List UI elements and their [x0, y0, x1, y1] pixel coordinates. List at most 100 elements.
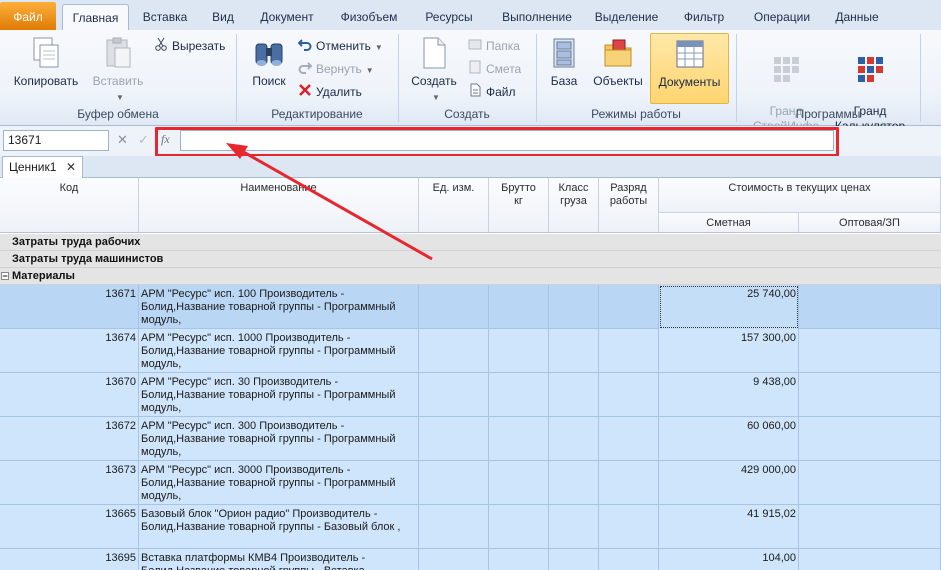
- close-tab-icon[interactable]: ✕: [66, 160, 76, 174]
- tab-file[interactable]: Файл: [0, 2, 56, 30]
- redo-dropdown-icon[interactable]: ▼: [366, 62, 374, 80]
- cell-estimated-cost[interactable]: 25 740,00: [659, 285, 799, 329]
- documents-button[interactable]: Документы: [650, 33, 729, 104]
- cell-estimated-cost[interactable]: 104,00: [659, 549, 799, 570]
- table-row[interactable]: 13665 Базовый блок "Орион радио" Производ…: [0, 505, 941, 549]
- cell-wholesale[interactable]: [799, 285, 941, 329]
- cell-unit[interactable]: [419, 329, 489, 373]
- cut-button[interactable]: Вырезать: [154, 37, 225, 55]
- tab-data[interactable]: Данные: [826, 4, 888, 30]
- cell-name[interactable]: Вставка платформы КМВ4 Производитель - Б…: [139, 549, 419, 570]
- estimate-button[interactable]: Смета: [468, 60, 521, 78]
- objects-button[interactable]: Объекты: [590, 36, 646, 89]
- tab-execution[interactable]: Выполнение: [493, 4, 581, 30]
- cell-cargo-class[interactable]: [549, 417, 599, 461]
- tab-operations[interactable]: Операции: [744, 4, 820, 30]
- cell-estimated-cost[interactable]: 60 060,00: [659, 417, 799, 461]
- column-header-cargo-class[interactable]: Класс груза: [549, 178, 599, 233]
- copy-button[interactable]: Копировать: [8, 36, 84, 89]
- cell-code[interactable]: 13672: [0, 417, 139, 461]
- cancel-edit-icon[interactable]: ✕: [117, 132, 128, 148]
- column-header-code[interactable]: Код: [0, 178, 139, 233]
- column-header-wholesale[interactable]: Оптовая/ЗП: [799, 213, 941, 233]
- cell-unit[interactable]: [419, 505, 489, 549]
- cell-code[interactable]: 13695: [0, 549, 139, 570]
- tab-insert[interactable]: Вставка: [134, 4, 196, 30]
- cell-gross[interactable]: [489, 329, 549, 373]
- cell-wholesale[interactable]: [799, 549, 941, 570]
- table-row[interactable]: 13672 АРМ "Ресурс" исп. 300 Производитель…: [0, 417, 941, 461]
- cell-estimated-cost[interactable]: 9 438,00: [659, 373, 799, 417]
- table-row[interactable]: 13674 АРМ "Ресурс" исп. 1000 Производител…: [0, 329, 941, 373]
- cell-wholesale[interactable]: [799, 417, 941, 461]
- cell-wholesale[interactable]: [799, 461, 941, 505]
- cell-name[interactable]: АРМ "Ресурс" исп. 1000 Производитель - Б…: [139, 329, 419, 373]
- cell-cargo-class[interactable]: [549, 329, 599, 373]
- cell-gross[interactable]: [489, 505, 549, 549]
- cell-gross[interactable]: [489, 373, 549, 417]
- base-button[interactable]: База: [544, 36, 584, 89]
- cell-unit[interactable]: [419, 417, 489, 461]
- redo-button[interactable]: Вернуть ▼: [298, 60, 374, 78]
- cell-work-grade[interactable]: [599, 329, 659, 373]
- table-row[interactable]: 13695 Вставка платформы КМВ4 Производител…: [0, 549, 941, 570]
- cell-work-grade[interactable]: [599, 285, 659, 329]
- tab-physvolume[interactable]: Физобъем: [334, 4, 404, 30]
- create-button[interactable]: Создать ▼: [408, 36, 460, 105]
- cell-work-grade[interactable]: [599, 505, 659, 549]
- delete-button[interactable]: Удалить: [298, 83, 362, 101]
- cell-wholesale[interactable]: [799, 329, 941, 373]
- paste-button[interactable]: Вставить ▼: [88, 36, 148, 105]
- cell-cargo-class[interactable]: [549, 373, 599, 417]
- column-header-gross[interactable]: Брутто кг: [489, 178, 549, 233]
- collapse-icon[interactable]: −: [1, 272, 9, 281]
- cell-cargo-class[interactable]: [549, 461, 599, 505]
- cell-name[interactable]: АРМ "Ресурс" исп. 30 Производитель - Бол…: [139, 373, 419, 417]
- cell-unit[interactable]: [419, 373, 489, 417]
- undo-button[interactable]: Отменить ▼: [297, 37, 383, 57]
- cell-unit[interactable]: [419, 549, 489, 570]
- undo-dropdown-icon[interactable]: ▼: [375, 39, 383, 57]
- cell-gross[interactable]: [489, 285, 549, 329]
- cell-gross[interactable]: [489, 549, 549, 570]
- folder-button[interactable]: Папка: [468, 37, 520, 55]
- cell-unit[interactable]: [419, 285, 489, 329]
- paste-dropdown-icon[interactable]: ▼: [116, 90, 124, 105]
- tab-filter[interactable]: Фильтр: [674, 4, 734, 30]
- section-labor-workers[interactable]: Затраты труда рабочих: [0, 234, 941, 251]
- cell-code[interactable]: 13670: [0, 373, 139, 417]
- column-header-name[interactable]: Наименование: [139, 178, 419, 233]
- cell-reference-field[interactable]: 13671: [3, 130, 109, 151]
- cell-wholesale[interactable]: [799, 505, 941, 549]
- cell-cargo-class[interactable]: [549, 285, 599, 329]
- cell-work-grade[interactable]: [599, 373, 659, 417]
- file-button[interactable]: Файл: [468, 83, 516, 101]
- tab-resources[interactable]: Ресурсы: [416, 4, 482, 30]
- cell-gross[interactable]: [489, 417, 549, 461]
- cell-estimated-cost[interactable]: 41 915,02: [659, 505, 799, 549]
- section-materials[interactable]: − Материалы: [0, 268, 941, 285]
- table-row[interactable]: 13673 АРМ "Ресурс" исп. 3000 Производител…: [0, 461, 941, 505]
- cell-code[interactable]: 13673: [0, 461, 139, 505]
- tab-document[interactable]: Документ: [252, 4, 322, 30]
- tab-view[interactable]: Вид: [203, 4, 243, 30]
- section-labor-machinists[interactable]: Затраты труда машинистов: [0, 251, 941, 268]
- cell-code[interactable]: 13665: [0, 505, 139, 549]
- cell-cargo-class[interactable]: [549, 549, 599, 570]
- table-row[interactable]: 13670 АРМ "Ресурс" исп. 30 Производитель …: [0, 373, 941, 417]
- cell-wholesale[interactable]: [799, 373, 941, 417]
- cell-work-grade[interactable]: [599, 417, 659, 461]
- table-row[interactable]: 13671 АРМ "Ресурс" исп. 100 Производитель…: [0, 285, 941, 329]
- cell-name[interactable]: АРМ "Ресурс" исп. 300 Производитель - Бо…: [139, 417, 419, 461]
- cell-code[interactable]: 13671: [0, 285, 139, 329]
- cell-name[interactable]: АРМ "Ресурс" исп. 100 Производитель - Бо…: [139, 285, 419, 329]
- column-header-work-grade[interactable]: Разряд работы: [599, 178, 659, 233]
- search-button[interactable]: Поиск: [246, 36, 292, 89]
- tab-home[interactable]: Главная: [62, 4, 129, 30]
- cell-gross[interactable]: [489, 461, 549, 505]
- cell-name[interactable]: Базовый блок "Орион радио" Производитель…: [139, 505, 419, 549]
- tab-selection[interactable]: Выделение: [590, 4, 663, 30]
- cell-unit[interactable]: [419, 461, 489, 505]
- cell-estimated-cost[interactable]: 157 300,00: [659, 329, 799, 373]
- cell-work-grade[interactable]: [599, 549, 659, 570]
